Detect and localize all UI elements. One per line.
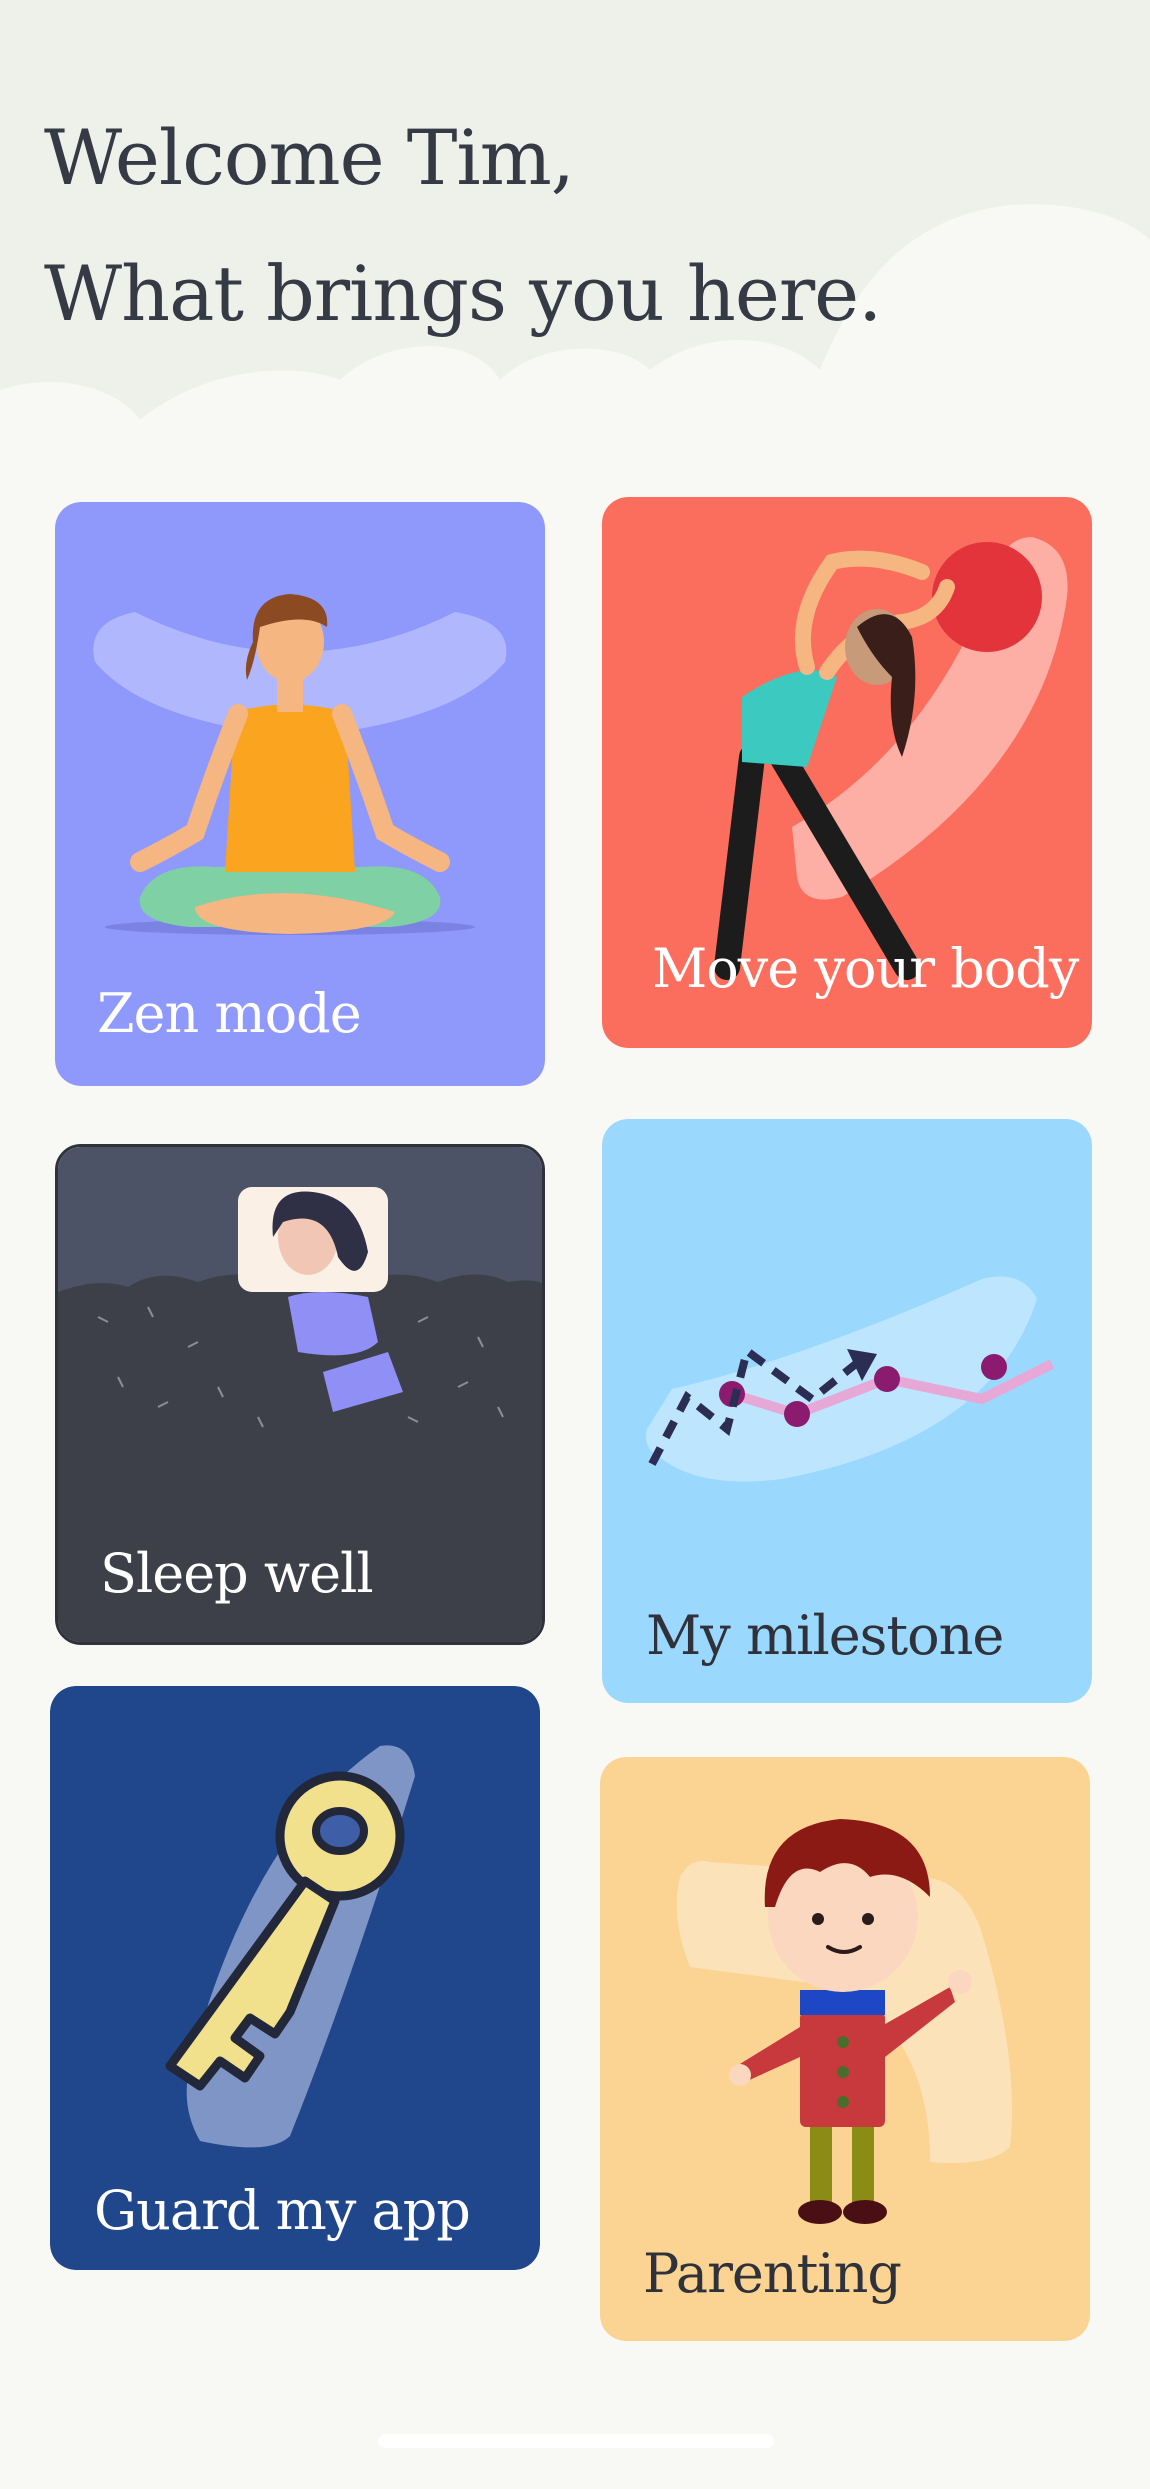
card-label-move-your-body: Move your body <box>652 937 1079 1000</box>
card-label-parenting: Parenting <box>643 2242 902 2305</box>
card-parenting[interactable]: Parenting <box>600 1757 1090 2341</box>
card-sleep-well[interactable]: Sleep well <box>55 1144 545 1645</box>
card-label-my-milestone: My milestone <box>646 1604 1004 1667</box>
card-guard-my-app[interactable]: Guard my app <box>50 1686 540 2270</box>
card-my-milestone[interactable]: My milestone <box>602 1119 1092 1703</box>
greeting-line-1: Welcome Tim, <box>44 113 575 202</box>
page-title: Welcome Tim, What brings you here. <box>44 90 882 362</box>
card-move-your-body[interactable]: Move your body <box>602 497 1092 1048</box>
card-zen-mode[interactable]: Zen mode <box>55 502 545 1086</box>
greeting-line-2: What brings you here. <box>44 249 882 338</box>
card-label-zen-mode: Zen mode <box>97 982 362 1045</box>
home-indicator[interactable] <box>378 2434 774 2448</box>
card-label-sleep-well: Sleep well <box>100 1542 374 1605</box>
card-label-guard-my-app: Guard my app <box>94 2179 471 2242</box>
